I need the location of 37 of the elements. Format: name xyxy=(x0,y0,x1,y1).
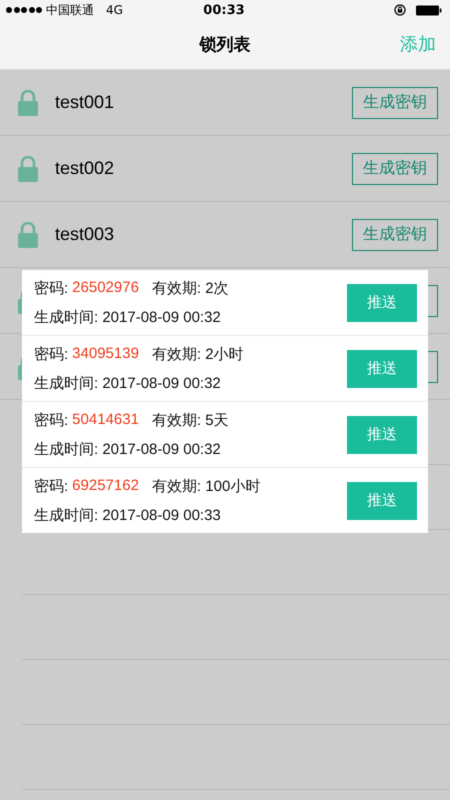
push-button[interactable]: 推送 xyxy=(347,482,417,520)
password-code: 34095139 xyxy=(72,344,139,364)
lock-icon xyxy=(17,156,39,182)
push-button[interactable]: 推送 xyxy=(347,284,417,322)
generate-key-button[interactable]: 生成密钥 xyxy=(352,218,438,250)
password-code: 26502976 xyxy=(72,278,139,298)
created-time: 生成时间: 2017-08-09 00:32 xyxy=(34,308,222,326)
password-label: 密码: xyxy=(34,410,68,430)
rotation-lock-icon xyxy=(394,4,406,16)
password-label: 密码: xyxy=(34,476,68,496)
page-title: 锁列表 xyxy=(200,34,250,56)
created-time: 生成时间: 2017-08-09 00:32 xyxy=(34,440,222,458)
add-button[interactable]: 添加 xyxy=(400,32,436,56)
lock-name: test002 xyxy=(55,158,116,179)
password-label: 密码: xyxy=(34,278,68,298)
password-label: 密码: xyxy=(34,344,68,364)
push-button[interactable]: 推送 xyxy=(347,416,417,454)
battery-icon xyxy=(416,4,442,16)
lock-icon xyxy=(17,90,39,116)
validity-text: 有效期: 5天 xyxy=(152,410,229,430)
password-code: 69257162 xyxy=(72,476,139,496)
carrier-name: 中国联通 xyxy=(46,2,94,18)
generate-key-button[interactable]: 生成密钥 xyxy=(352,86,438,118)
clock-time: 00:33 xyxy=(203,2,245,18)
network-type: 4G xyxy=(106,3,123,17)
lock-icon xyxy=(17,222,39,248)
push-button[interactable]: 推送 xyxy=(347,350,417,388)
generate-key-button[interactable]: 生成密钥 xyxy=(352,152,438,184)
validity-text: 有效期: 2小时 xyxy=(152,344,244,364)
validity-text: 有效期: 2次 xyxy=(152,278,229,298)
lock-name: test001 xyxy=(55,92,116,113)
created-time: 生成时间: 2017-08-09 00:32 xyxy=(34,374,222,392)
signal-icon xyxy=(6,7,42,13)
validity-text: 有效期: 100小时 xyxy=(152,476,260,496)
lock-name: test003 xyxy=(55,224,116,245)
password-code: 50414631 xyxy=(72,410,139,430)
created-time: 生成时间: 2017-08-09 00:33 xyxy=(34,506,222,524)
